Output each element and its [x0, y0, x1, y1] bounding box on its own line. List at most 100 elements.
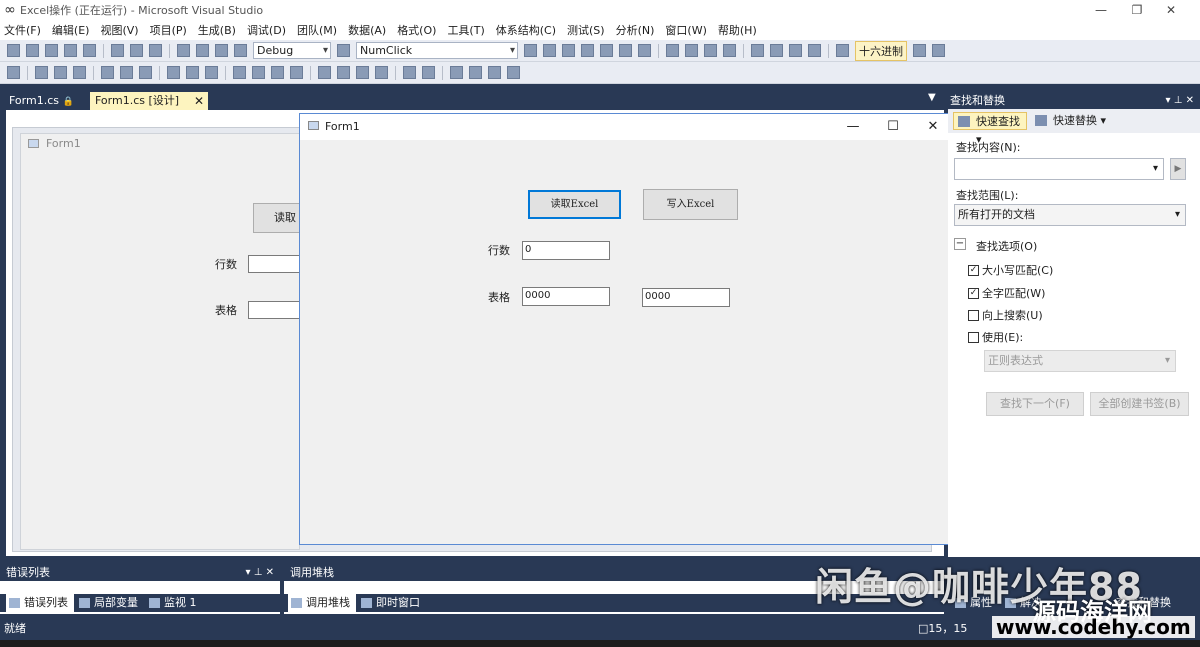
config-select[interactable]: Debug	[253, 42, 331, 59]
undo-icon[interactable]	[177, 44, 190, 57]
panel-controls[interactable]: ▾ ⊥ ✕	[1166, 92, 1194, 109]
v-spacing-remove-icon[interactable]	[375, 66, 388, 79]
menu-tools[interactable]: 工具(T)	[447, 22, 484, 38]
hex-toggle-button[interactable]: 十六进制	[855, 40, 907, 61]
stop-icon[interactable]	[704, 44, 717, 57]
navigate-icon[interactable]	[215, 44, 228, 57]
align-top-icon[interactable]	[101, 66, 114, 79]
same-width-icon[interactable]	[167, 66, 180, 79]
save-icon[interactable]	[64, 44, 77, 57]
find-what-input[interactable]: ▾	[954, 158, 1164, 180]
object-browser-icon[interactable]	[562, 44, 575, 57]
minimize-button[interactable]: —	[1086, 0, 1116, 20]
chevron-down-icon[interactable]: ▾	[1175, 205, 1180, 225]
menu-help[interactable]: 帮助(H)	[718, 22, 757, 38]
v-spacing-decrease-icon[interactable]	[356, 66, 369, 79]
align-middle-icon[interactable]	[120, 66, 133, 79]
table-input-2[interactable]: 0000	[642, 288, 730, 307]
start-page-icon[interactable]	[600, 44, 613, 57]
close-button[interactable]: ✕	[1156, 0, 1186, 20]
align-grid-icon[interactable]	[7, 66, 20, 79]
step-over-icon[interactable]	[770, 44, 783, 57]
bookmark-all-button[interactable]: 全部创建书签(B)	[1090, 392, 1189, 416]
menu-analyze[interactable]: 分析(N)	[616, 22, 655, 38]
use-type-select[interactable]: 正则表达式 ▾	[984, 350, 1176, 372]
tab-order-icon[interactable]	[507, 66, 520, 79]
lock-controls-icon[interactable]	[488, 66, 501, 79]
collapse-icon[interactable]: −	[954, 238, 966, 250]
tab-immediate[interactable]: 即时窗口	[358, 594, 426, 612]
same-height-icon[interactable]	[186, 66, 199, 79]
designer-table-input[interactable]	[248, 301, 303, 319]
panel-controls[interactable]: ▾ ⊥ ✕	[246, 564, 274, 581]
solution-explorer-icon[interactable]	[524, 44, 537, 57]
tab-form1-cs[interactable]: Form1.cs 🔒	[4, 92, 79, 110]
menu-architecture[interactable]: 体系结构(C)	[496, 22, 556, 38]
quick-replace-tab[interactable]: 快速替换 ▾	[1031, 112, 1121, 130]
menu-team[interactable]: 团队(M)	[297, 22, 337, 38]
send-to-back-icon[interactable]	[469, 66, 482, 79]
use-checkbox[interactable]: 使用(E):	[968, 331, 1023, 345]
menu-file[interactable]: 文件(F)	[4, 22, 41, 38]
new-project-icon[interactable]	[7, 44, 20, 57]
extensions-icon[interactable]	[638, 44, 651, 57]
add-item-icon[interactable]	[26, 44, 39, 57]
menu-window[interactable]: 窗口(W)	[665, 22, 706, 38]
designer-rows-input[interactable]	[248, 255, 303, 273]
quick-find-tab[interactable]: 快速查找 ▾	[953, 112, 1027, 146]
breakpoints-icon[interactable]	[932, 44, 945, 57]
step-out-icon[interactable]	[789, 44, 802, 57]
bring-to-front-icon[interactable]	[450, 66, 463, 79]
h-spacing-decrease-icon[interactable]	[271, 66, 284, 79]
align-right-icon[interactable]	[73, 66, 86, 79]
tab-call-stack[interactable]: 调用堆栈	[288, 594, 356, 612]
h-spacing-equal-icon[interactable]	[233, 66, 246, 79]
v-spacing-increase-icon[interactable]	[337, 66, 350, 79]
menu-debug[interactable]: 调试(D)	[247, 22, 286, 38]
same-size-icon[interactable]	[205, 66, 218, 79]
find-go-button[interactable]: ▶	[1170, 158, 1186, 180]
find-in-files-icon[interactable]	[337, 44, 350, 57]
chevron-down-icon[interactable]: ▾	[1153, 159, 1158, 179]
restore-button[interactable]: ❐	[1122, 0, 1152, 20]
menu-data[interactable]: 数据(A)	[348, 22, 386, 38]
start-icon[interactable]	[234, 44, 247, 57]
menu-edit[interactable]: 编辑(E)	[52, 22, 90, 38]
chevron-down-icon[interactable]: ▼	[928, 92, 936, 103]
menu-format[interactable]: 格式(O)	[397, 22, 436, 38]
designer-form[interactable]: Form1	[20, 133, 300, 550]
tab-watch[interactable]: 监视 1	[146, 594, 206, 612]
restart-icon[interactable]	[723, 44, 736, 57]
tab-locals[interactable]: 局部变量	[76, 594, 144, 612]
step-into-icon[interactable]	[751, 44, 764, 57]
read-excel-button[interactable]: 读取Excel	[528, 190, 621, 219]
paste-icon[interactable]	[149, 44, 162, 57]
h-spacing-increase-icon[interactable]	[252, 66, 265, 79]
toolbox-icon[interactable]	[581, 44, 594, 57]
quick-watch-icon[interactable]	[836, 44, 849, 57]
table-input-1[interactable]: 0000	[522, 287, 610, 306]
output-icon[interactable]	[619, 44, 632, 57]
menu-project[interactable]: 项目(P)	[150, 22, 187, 38]
tab-error-list[interactable]: 错误列表	[6, 594, 74, 612]
minimize-button[interactable]: —	[833, 114, 873, 140]
properties-icon[interactable]	[543, 44, 556, 57]
menu-build[interactable]: 生成(B)	[198, 22, 236, 38]
align-center-icon[interactable]	[54, 66, 67, 79]
open-file-icon[interactable]	[45, 44, 58, 57]
rows-input[interactable]: 0	[522, 241, 610, 260]
match-case-checkbox[interactable]: ✓ 大小写匹配(C)	[968, 264, 1053, 278]
find-target-select[interactable]: NumClick	[356, 42, 518, 59]
align-bottom-icon[interactable]	[139, 66, 152, 79]
designer-read-button[interactable]: 读取Excel	[253, 203, 303, 233]
redo-icon[interactable]	[196, 44, 209, 57]
close-button[interactable]: ✕	[913, 114, 953, 140]
scope-select[interactable]: 所有打开的文档 ▾	[954, 204, 1186, 226]
v-spacing-equal-icon[interactable]	[318, 66, 331, 79]
save-all-icon[interactable]	[83, 44, 96, 57]
menu-view[interactable]: 视图(V)	[100, 22, 138, 38]
maximize-button[interactable]: ☐	[873, 114, 913, 140]
find-next-button[interactable]: 查找下一个(F)	[986, 392, 1084, 416]
tab-form1-designer[interactable]: Form1.cs [设计] ✕	[90, 92, 208, 110]
whole-word-checkbox[interactable]: ✓ 全字匹配(W)	[968, 287, 1045, 301]
